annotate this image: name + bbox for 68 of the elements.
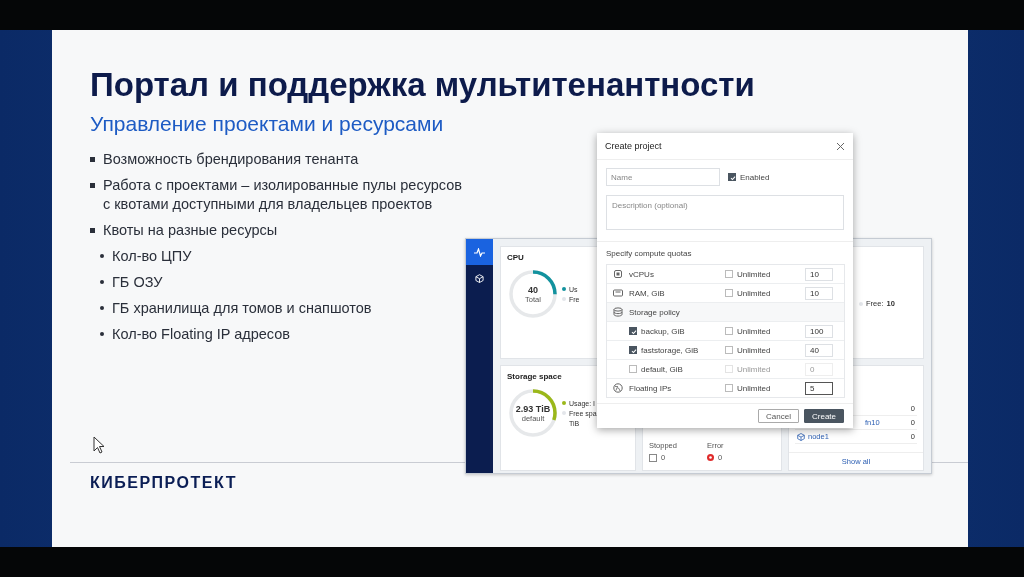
checkbox-label: Unlimited	[737, 345, 771, 355]
chip-icon	[613, 269, 623, 279]
bullet-text: Квоты на разные ресурсы	[103, 221, 278, 240]
slide-title: Портал и поддержка мультитенантности	[90, 66, 756, 104]
square-icon	[649, 453, 657, 462]
quota-label: RAM, GiB	[629, 288, 666, 298]
bullet-text: Кол-во Floating IP адресов	[112, 325, 291, 344]
bullet-icon	[100, 280, 104, 284]
checkbox-label: Unlimited	[737, 288, 771, 298]
sidebar-item[interactable]	[466, 239, 493, 265]
enabled-checkbox[interactable]	[728, 173, 736, 181]
bullet-text: Работа с проектами – изолированные пулы ресурсов с квотами доступными для владельцев проектов	[103, 176, 463, 214]
unlimited-checkbox[interactable]	[725, 327, 733, 335]
memory-icon	[613, 288, 623, 298]
bullet-icon	[90, 228, 95, 233]
quota-label: Storage policy	[629, 307, 681, 317]
policy-label: faststorage, GiB	[641, 345, 699, 355]
create-button[interactable]: Create	[804, 409, 844, 423]
card-title: CPU	[507, 253, 524, 262]
dialog-title: Create project	[605, 141, 662, 151]
description-field[interactable]: Description (optional)	[606, 195, 844, 230]
bullet-icon	[90, 157, 95, 162]
name-field[interactable]: Name	[606, 168, 720, 186]
checkbox-label: Enabled	[740, 172, 770, 182]
quota-input[interactable]: 5	[805, 381, 833, 395]
bullet-text: ГБ хранилища для томов и снапшотов	[112, 299, 372, 318]
donut-value: 40	[528, 284, 538, 295]
quota-label: vCPUs	[629, 269, 655, 279]
globe-icon	[613, 383, 623, 393]
database-icon	[613, 307, 623, 317]
unlimited-checkbox[interactable]	[725, 289, 733, 297]
quota-label: Floating IPs	[629, 383, 673, 393]
section-label: Specify compute quotas	[606, 249, 693, 258]
cube-icon	[475, 273, 484, 283]
quota-input[interactable]: 100	[805, 324, 833, 338]
bullet-text: ГБ ОЗУ	[112, 273, 163, 292]
bullet-icon	[90, 183, 95, 188]
logo: КИБЕРПРОТЕКТ	[90, 474, 238, 492]
close-button[interactable]	[836, 141, 845, 151]
policy-checkbox[interactable]	[629, 346, 637, 354]
policy-label: default, GiB	[641, 364, 683, 374]
donut-value: 2.93 TiB	[515, 403, 551, 414]
card-title: Storage space	[507, 372, 562, 381]
policy-checkbox[interactable]	[629, 327, 637, 335]
unlimited-checkbox[interactable]	[725, 346, 733, 354]
unlimited-checkbox[interactable]	[725, 270, 733, 278]
checkbox-label: Unlimited	[737, 383, 771, 393]
cursor-icon	[93, 436, 105, 454]
donut-chart-drawing	[507, 387, 559, 439]
bullet-icon	[100, 332, 104, 336]
bullet-icon	[100, 254, 104, 258]
bullet-text: Кол-во ЦПУ	[112, 247, 192, 266]
error-icon	[706, 454, 714, 461]
policy-label: backup, GiB	[641, 326, 685, 336]
checkbox-label: Unlimited	[737, 326, 771, 336]
cancel-button[interactable]: Cancel	[758, 409, 799, 423]
bullet-icon	[100, 306, 104, 310]
quota-input[interactable]: 40	[805, 343, 833, 357]
slide-subtitle: Управление проектами и ресурсами	[90, 112, 445, 136]
bullet-text: Возможность брендирования тенанта	[103, 150, 359, 169]
cube-icon	[797, 432, 805, 441]
unlimited-checkbox[interactable]	[725, 384, 733, 392]
quota-input[interactable]: 10	[805, 267, 833, 281]
checkbox-label: Unlimited	[737, 269, 771, 279]
pulse-icon	[474, 247, 485, 257]
donut-chart-drawing	[507, 268, 559, 320]
quota-input[interactable]: 10	[805, 286, 833, 300]
checkbox-label: Unlimited	[737, 364, 771, 374]
